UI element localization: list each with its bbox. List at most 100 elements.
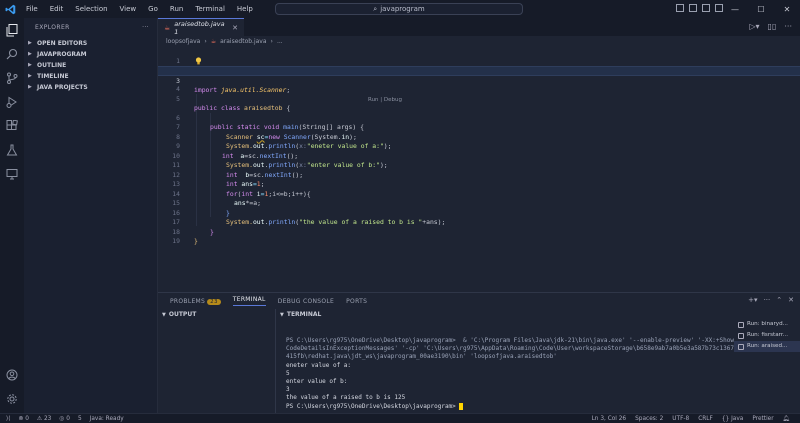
menu-edit[interactable]: Edit [44,0,70,18]
terminal-icon [738,343,744,350]
menu-selection[interactable]: Selection [69,0,113,18]
menu-help[interactable]: Help [231,0,259,18]
breadcrumb-folder[interactable]: loopsofjava [166,38,200,45]
settings-gear-icon[interactable] [4,391,20,407]
command-center-search[interactable]: ⌕ javaprogram [275,3,523,15]
chevron-down-icon: ▼ [280,312,284,318]
maximize-panel-icon[interactable]: ⌃ [776,296,782,304]
menu-view[interactable]: View [114,0,143,18]
status-encoding[interactable]: UTF-8 [672,416,689,422]
sidebar-section-timeline[interactable]: ▶ TIMELINE [24,71,157,82]
toggle-panel-icon[interactable] [689,4,697,12]
code-line-4: 4 [158,76,800,93]
status-ports[interactable]: ◎ 0 [59,416,70,422]
status-count[interactable]: 5 [78,416,82,422]
code-line-11: 11 int b=sc.nextInt(); [158,152,800,179]
toggle-sidebar-icon[interactable] [676,4,684,12]
section-label: JAVA PROJECTS [37,84,88,91]
extensions-icon[interactable] [4,118,20,134]
tab-ports[interactable]: PORTS [346,298,367,305]
status-language[interactable]: {} Java [722,416,743,422]
source-control-icon[interactable] [4,70,20,86]
terminal-list-item[interactable]: Run: fisrstarr... [734,330,800,341]
split-editor-icon[interactable]: ▯▯ [768,22,777,31]
sidebar-section-java-projects[interactable]: ▶ JAVA PROJECTS [24,82,157,93]
status-cursor-position[interactable]: Ln 3, Col 26 [592,416,627,422]
section-label: OUTLINE [37,62,67,69]
more-actions-icon[interactable]: ··· [142,18,149,38]
breadcrumb-symbol[interactable]: ... [277,38,283,45]
output-title: OUTPUT [168,311,197,318]
tab-problems[interactable]: PROBLEMS 23 [170,298,221,305]
codelens-run-debug[interactable]: Run | Debug [368,97,402,103]
breadcrumb: loopsofjava › ☕ araisedtob.java › ... [166,38,283,45]
sidebar-section-javaprogram[interactable]: ▶ JAVAPROGRAM [24,49,157,60]
java-file-icon: ☕ [210,38,217,45]
more-actions-icon[interactable]: ··· [764,296,771,304]
tab-debug-console[interactable]: DEBUG CONSOLE [278,298,334,305]
terminal-output[interactable]: PS C:\Users\rg975\OneDrive\Desktop\javap… [286,337,736,411]
terminal-pane[interactable]: ▼ TERMINAL PS C:\Users\rg975\OneDrive\Des… [276,309,734,414]
remote-explorer-icon[interactable] [4,166,20,182]
toggle-secondary-sidebar-icon[interactable] [702,4,710,12]
terminal-command-line: PS C:\Users\rg975\OneDrive\Desktop\javap… [286,337,734,361]
terminal-line: the value of a raised to b is 125 [286,394,406,402]
activity-bar [0,18,24,413]
vscode-logo-icon [0,0,20,18]
status-warnings[interactable]: ⚠ 23 [37,416,51,422]
new-terminal-icon[interactable]: +▾ [748,296,757,304]
output-header[interactable]: ▼ OUTPUT [158,309,275,321]
terminal-list-item[interactable]: Run: araised... [734,341,800,352]
java-file-icon: ☕ [164,23,171,32]
menu-bar: File Edit Selection View Go Run Terminal… [20,0,259,18]
run-debug-icon[interactable] [4,94,20,110]
menu-file[interactable]: File [20,0,44,18]
explorer-sidebar: EXPLORER ··· ▶ OPEN EDITORS ▶ JAVAPROGRAM … [24,18,158,413]
sidebar-section-outline[interactable]: ▶ OUTLINE [24,60,157,71]
testing-flask-icon[interactable] [4,142,20,158]
menu-go[interactable]: Go [142,0,164,18]
tab-araisedtob[interactable]: ☕ araisedtob.java 1 ✕ [158,18,244,36]
code-line-19: 19 [158,228,800,245]
status-line-ending[interactable]: CRLF [698,416,713,422]
status-prettier[interactable]: Prettier [752,416,773,422]
breadcrumb-file[interactable]: araisedtob.java [220,38,266,45]
status-indentation[interactable]: Spaces: 2 [635,416,663,422]
notifications-bell-icon[interactable]: 🔔︎ [783,416,790,422]
terminal-cursor [459,402,464,410]
code-line-2: 2 [158,57,800,74]
status-java-ready[interactable]: Java: Ready [90,416,124,422]
account-icon[interactable] [4,367,20,383]
status-errors[interactable]: ⊗ 0 [19,416,29,422]
window-controls: — ☐ ✕ [722,0,800,18]
code-line-9: 9 int a=sc.nextInt(); [158,133,800,160]
terminal-list-item[interactable]: Run: binaryd... [734,319,800,330]
menu-run[interactable]: Run [164,0,189,18]
maximize-icon[interactable]: ☐ [748,0,774,18]
explorer-icon[interactable] [4,22,20,38]
terminal-header[interactable]: ▼ TERMINAL [276,309,734,321]
remote-indicator-icon[interactable]: ⟩⟨ [6,416,11,422]
tab-terminal[interactable]: TERMINAL [232,296,266,306]
status-right: Ln 3, Col 26 Spaces: 2 UTF-8 CRLF {} Jav… [592,416,790,422]
close-panel-icon[interactable]: ✕ [788,296,794,304]
search-icon: ⌕ [373,4,378,13]
sidebar-section-open-editors[interactable]: ▶ OPEN EDITORS [24,38,157,49]
minimize-icon[interactable]: — [722,0,748,18]
line-number: 5 [176,94,180,103]
lightbulb-icon[interactable] [195,57,202,65]
code-line-7: 7 Scanner sc=new Scanner(System.in); [158,114,800,141]
search-view-icon[interactable] [4,46,20,62]
more-actions-icon[interactable]: ··· [784,22,792,31]
close-window-icon[interactable]: ✕ [774,0,800,18]
menu-terminal[interactable]: Terminal [189,0,231,18]
close-tab-icon[interactable]: ✕ [232,24,238,32]
terminal-prompt-line: PS C:\Users\rg975\OneDrive\Desktop\javap… [286,402,736,411]
code-line-6: 6 public static void main(String[] args)… [158,104,800,132]
terminal-list-label: Run: araised... [747,343,788,349]
code-editor[interactable]: 1 package loopsofjava; 2 3 import java.u… [158,46,800,290]
code-line-3: 3 import java.util.Scanner; [158,66,800,94]
terminal-icon [738,332,744,339]
code-line-5: 5 public class araisedtob { [158,85,800,113]
run-java-icon[interactable]: ▷▾ [749,22,759,31]
